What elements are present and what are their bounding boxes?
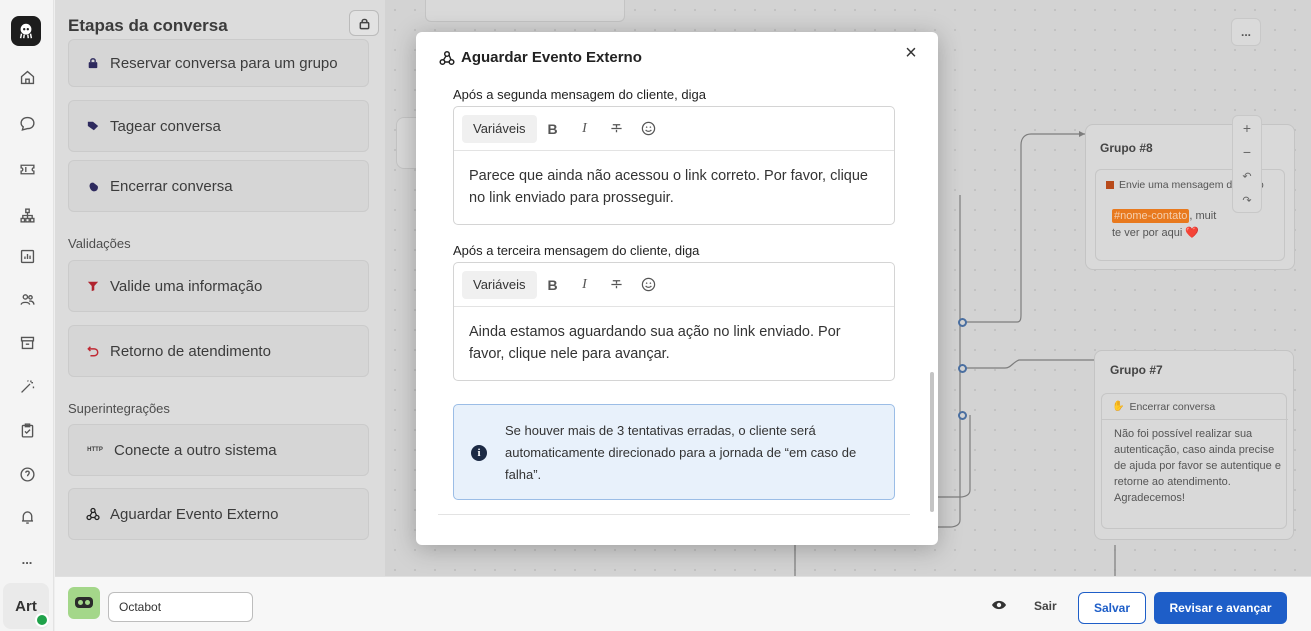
group-title: Grupo #8 — [1100, 141, 1153, 155]
emoji-icon[interactable] — [633, 277, 665, 292]
step-label: Reservar conversa para um grupo — [110, 54, 338, 72]
lock-icon — [359, 18, 369, 29]
reports-icon[interactable] — [17, 246, 37, 266]
undo-icon[interactable]: ↶ — [1233, 164, 1261, 188]
panel-title: Etapas da conversa — [68, 16, 228, 35]
zoom-out-icon[interactable]: − — [1233, 140, 1261, 164]
connection-handle[interactable] — [958, 411, 967, 420]
octadesk-logo[interactable] — [11, 16, 41, 46]
zoom-in-icon[interactable]: + — [1233, 116, 1261, 140]
return-icon — [86, 344, 100, 358]
bell-icon[interactable] — [17, 507, 37, 527]
third-message-label: Após a terceira mensagem do cliente, dig… — [453, 243, 700, 258]
flow-node-partial[interactable] — [425, 0, 625, 22]
card-title: Encerrar conversa — [1129, 400, 1216, 413]
card-text: , muit — [1189, 210, 1217, 222]
step-validate-info[interactable]: Valide uma informação — [68, 260, 369, 312]
steps-panel: Etapas da conversa Reservar conversa par… — [55, 0, 385, 576]
store-icon[interactable] — [17, 332, 37, 352]
editor-toolbar: Variáveis B I — [454, 263, 894, 307]
save-button[interactable]: Salvar — [1078, 592, 1146, 624]
clipboard-icon[interactable] — [17, 420, 37, 440]
webhook-icon — [439, 50, 455, 65]
step-return-service[interactable]: Retorno de atendimento — [68, 325, 369, 377]
variables-button[interactable]: Variáveis — [462, 270, 537, 299]
lock-panel-button[interactable] — [349, 10, 379, 36]
webhook-icon — [86, 507, 100, 521]
exit-button[interactable]: Sair — [1034, 599, 1057, 613]
step-tag-conversation[interactable]: Tagear conversa — [68, 100, 369, 152]
message-icon — [1106, 181, 1114, 189]
modal-scrollbar[interactable] — [930, 372, 934, 512]
bot-avatar — [68, 587, 100, 619]
message-text[interactable]: Parece que ainda não acessou o link corr… — [454, 151, 894, 224]
card-text-line2: te ver por aqui ❤️ — [1112, 227, 1200, 239]
end-conversation-card[interactable]: ✋ Encerrar conversa Não foi possível rea… — [1101, 393, 1288, 529]
await-external-event-modal: Aguardar Evento Externo × Após a segunda… — [416, 32, 938, 545]
review-and-advance-button[interactable]: Revisar e avançar — [1154, 592, 1287, 624]
org-chart-icon[interactable] — [17, 205, 37, 225]
group-8-node[interactable]: Grupo #8 Envie uma mensagem de texto #no… — [1085, 124, 1295, 270]
step-label: Aguardar Evento Externo — [110, 505, 279, 523]
section-validacoes: Validações — [68, 236, 131, 251]
step-label: Tagear conversa — [110, 117, 221, 135]
help-icon[interactable] — [17, 464, 37, 484]
lock-icon — [86, 56, 100, 70]
close-icon[interactable]: × — [900, 42, 922, 64]
canvas-more-button[interactable]: ... — [1231, 18, 1261, 46]
strikethrough-icon[interactable] — [601, 278, 633, 291]
connection-handle[interactable] — [958, 364, 967, 373]
bold-icon[interactable]: B — [537, 277, 569, 293]
group-7-node[interactable]: Grupo #7 ✋ Encerrar conversa Não foi pos… — [1094, 350, 1294, 540]
second-message-editor[interactable]: Variáveis B I Parece que ainda não acess… — [453, 106, 895, 225]
online-status-badge — [35, 613, 49, 627]
variables-button[interactable]: Variáveis — [462, 114, 537, 143]
group-title: Grupo #7 — [1110, 363, 1163, 377]
info-icon: i — [471, 445, 487, 461]
modal-divider — [438, 514, 910, 515]
editor-toolbar: Variáveis B I — [454, 107, 894, 151]
step-await-external-event[interactable]: Aguardar Evento Externo — [68, 488, 369, 540]
bold-icon[interactable]: B — [537, 121, 569, 137]
step-reserve-group[interactable]: Reservar conversa para um grupo — [68, 39, 369, 87]
ticket-icon[interactable] — [17, 159, 37, 179]
redo-icon[interactable]: ↷ — [1233, 188, 1261, 212]
section-superintegracoes: Superintegrações — [68, 401, 170, 416]
wave-hand-icon — [86, 179, 100, 193]
chat-icon[interactable] — [17, 113, 37, 133]
modal-title-text: Aguardar Evento Externo — [461, 49, 642, 66]
italic-icon[interactable]: I — [569, 277, 601, 293]
magic-wand-icon[interactable] — [17, 376, 37, 396]
wave-hand-icon: ✋ — [1112, 401, 1125, 412]
connection-handle[interactable] — [958, 318, 967, 327]
step-label: Encerrar conversa — [110, 177, 233, 195]
contacts-icon[interactable] — [17, 289, 37, 309]
bot-name-input[interactable] — [108, 592, 253, 622]
third-message-editor[interactable]: Variáveis B I Ainda estamos aguardando s… — [453, 262, 895, 381]
step-connect-system[interactable]: HTTP Conecte a outro sistema — [68, 424, 369, 476]
zoom-controls: + − ↶ ↷ — [1232, 115, 1262, 213]
italic-icon[interactable]: I — [569, 121, 601, 137]
step-label: Valide uma informação — [110, 277, 263, 295]
info-text: Se houver mais de 3 tentativas erradas, … — [505, 423, 857, 482]
bottom-bar: Sair Salvar Revisar e avançar — [55, 576, 1311, 631]
second-message-label: Após a segunda mensagem do cliente, diga — [453, 87, 706, 102]
strikethrough-icon[interactable] — [601, 122, 633, 135]
filter-icon — [86, 279, 100, 293]
left-rail: ... Art — [0, 0, 54, 631]
step-label: Retorno de atendimento — [110, 342, 271, 360]
message-text[interactable]: Ainda estamos aguardando sua ação no lin… — [454, 307, 894, 380]
http-icon: HTTP — [87, 447, 103, 453]
info-alert: i Se houver mais de 3 tentativas erradas… — [453, 404, 895, 500]
card-text: Não foi possível realizar sua autenticaç… — [1114, 428, 1281, 504]
eye-icon[interactable] — [991, 599, 1007, 611]
modal-title: Aguardar Evento Externo — [439, 49, 642, 66]
tag-icon — [86, 119, 100, 133]
home-icon[interactable] — [17, 67, 37, 87]
step-end-conversation[interactable]: Encerrar conversa — [68, 160, 369, 212]
emoji-icon[interactable] — [633, 121, 665, 136]
variable-tag: #nome-contato — [1112, 209, 1190, 223]
step-label: Conecte a outro sistema — [114, 441, 277, 459]
more-options-icon[interactable]: ... — [17, 549, 37, 569]
